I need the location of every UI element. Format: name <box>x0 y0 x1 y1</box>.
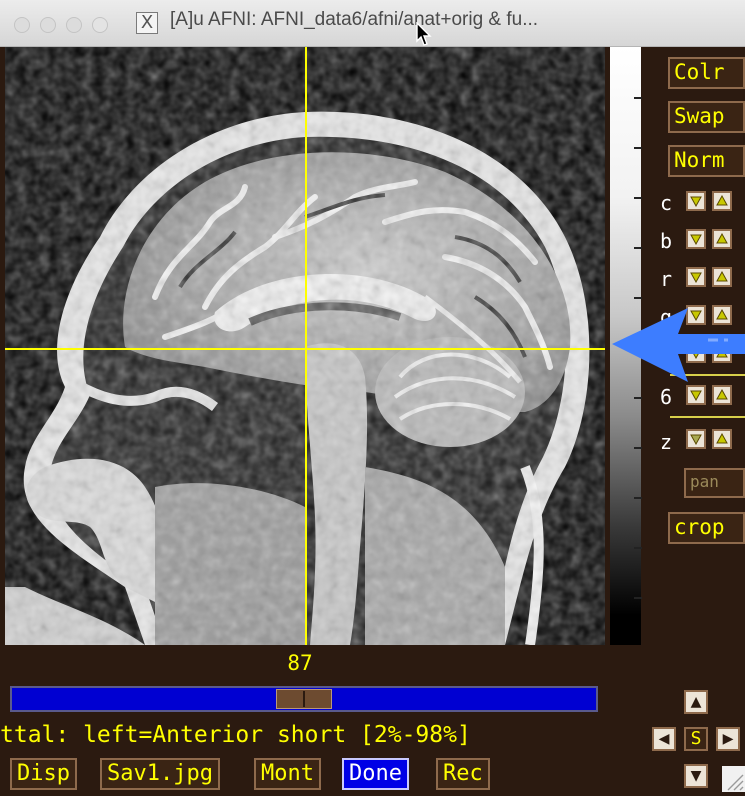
montage-button[interactable]: Mont <box>254 758 321 790</box>
record-button[interactable]: Rec <box>436 758 490 790</box>
nav-center-button[interactable]: S <box>684 727 708 751</box>
colorbar-tick <box>634 547 642 549</box>
pan-button[interactable]: pan <box>684 468 745 498</box>
mouse-cursor-icon <box>416 22 432 46</box>
extra-window-icon <box>92 17 108 33</box>
resize-grip-icon <box>727 774 744 791</box>
colorbar-tick <box>634 297 642 299</box>
nav-down-arrow-icon[interactable]: ▼ <box>684 764 708 788</box>
six-up-arrow-icon[interactable] <box>712 385 732 405</box>
colorbar-tick <box>634 597 642 599</box>
swap-button[interactable]: Swap <box>668 101 745 133</box>
window-title-bar: X [A]u AFNI: AFNI_data6/afni/anat+orig &… <box>0 0 745 47</box>
contrast-row-label: c <box>660 191 673 215</box>
zoom-row-label: z <box>660 430 673 454</box>
brightness-up-arrow-icon[interactable] <box>712 229 732 249</box>
colorbar-tick <box>634 147 642 149</box>
nav-left-arrow-icon[interactable]: ◀ <box>652 727 676 751</box>
zoom-window-icon[interactable] <box>66 17 82 33</box>
disp-button[interactable]: Disp <box>10 758 77 790</box>
rotate-row-label: r <box>660 267 673 291</box>
annotation-arrow-icon <box>612 308 745 382</box>
resize-grip[interactable] <box>722 766 745 792</box>
close-window-icon[interactable] <box>14 17 30 33</box>
crop-button[interactable]: crop <box>668 512 745 544</box>
slice-number: 87 <box>287 651 313 675</box>
six-row-label: 6 <box>660 385 673 409</box>
colorbar-tick <box>634 397 642 399</box>
colorbar-tick <box>634 497 642 499</box>
brain-mri-drawing <box>5 47 605 645</box>
colr-button[interactable]: Colr <box>668 57 745 89</box>
slice-slider-thumb[interactable] <box>276 689 332 709</box>
save-button[interactable]: Sav1.jpg <box>100 758 220 790</box>
slice-slider[interactable] <box>10 686 598 712</box>
colorbar-tick <box>634 197 642 199</box>
brightness-down-arrow-icon[interactable] <box>686 229 706 249</box>
colorbar-tick <box>634 247 642 249</box>
nav-up-arrow-icon[interactable]: ▲ <box>684 690 708 714</box>
sagittal-brain-image[interactable] <box>5 47 605 645</box>
rotate-up-arrow-icon[interactable] <box>712 267 732 287</box>
minimize-window-icon[interactable] <box>40 17 56 33</box>
brightness-row-label: b <box>660 229 673 253</box>
nav-right-arrow-icon[interactable]: ▶ <box>716 727 740 751</box>
contrast-down-arrow-icon[interactable] <box>686 191 706 211</box>
image-info-text: ttal: left=Anterior short [2%-98%] <box>0 722 471 748</box>
rotate-down-arrow-icon[interactable] <box>686 267 706 287</box>
done-button[interactable]: Done <box>342 758 409 790</box>
colorbar-tick <box>634 97 642 99</box>
panel-separator <box>670 416 745 418</box>
six-down-arrow-icon[interactable] <box>686 385 706 405</box>
colorbar-tick <box>634 447 642 449</box>
contrast-up-arrow-icon[interactable] <box>712 191 732 211</box>
zoom-up-arrow-icon[interactable] <box>712 429 732 449</box>
window-title: [A]u AFNI: AFNI_data6/afni/anat+orig & f… <box>170 9 539 30</box>
zoom-down-arrow-icon[interactable] <box>686 429 706 449</box>
norm-button[interactable]: Norm <box>668 145 745 177</box>
x11-app-icon: X <box>136 12 158 34</box>
